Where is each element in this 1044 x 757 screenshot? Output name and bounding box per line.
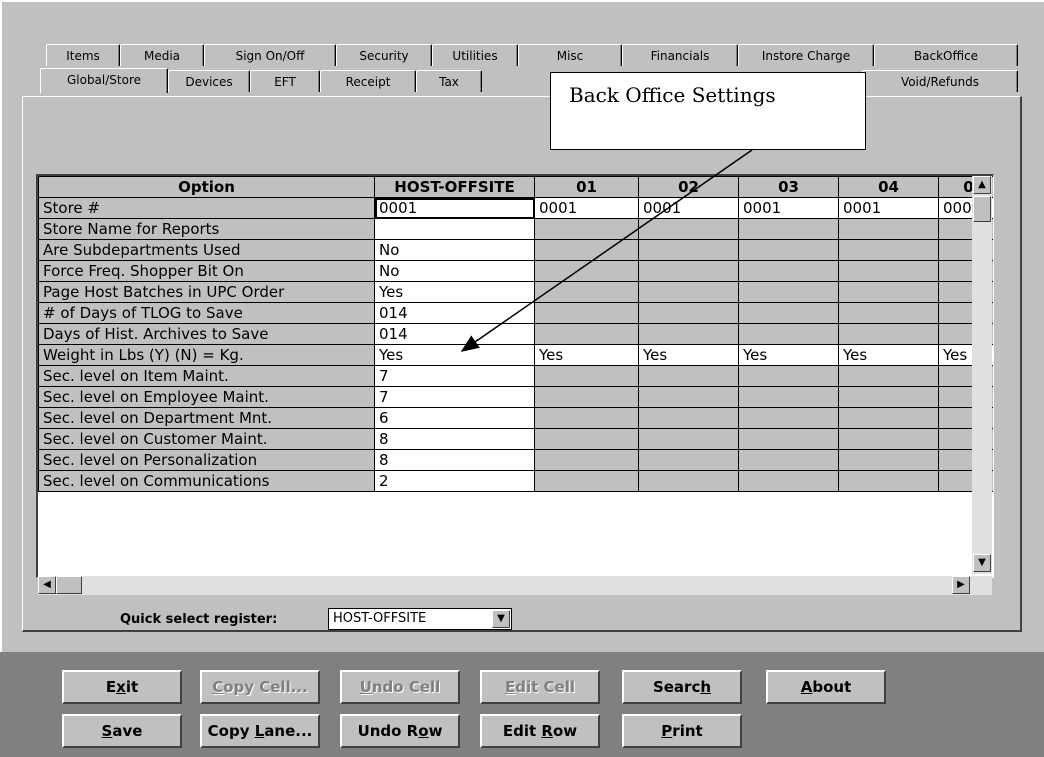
window: Items Media Sign On/Off Security Utilities Mi… [0, 0, 1044, 757]
callout-arrow-icon [460, 149, 753, 352]
